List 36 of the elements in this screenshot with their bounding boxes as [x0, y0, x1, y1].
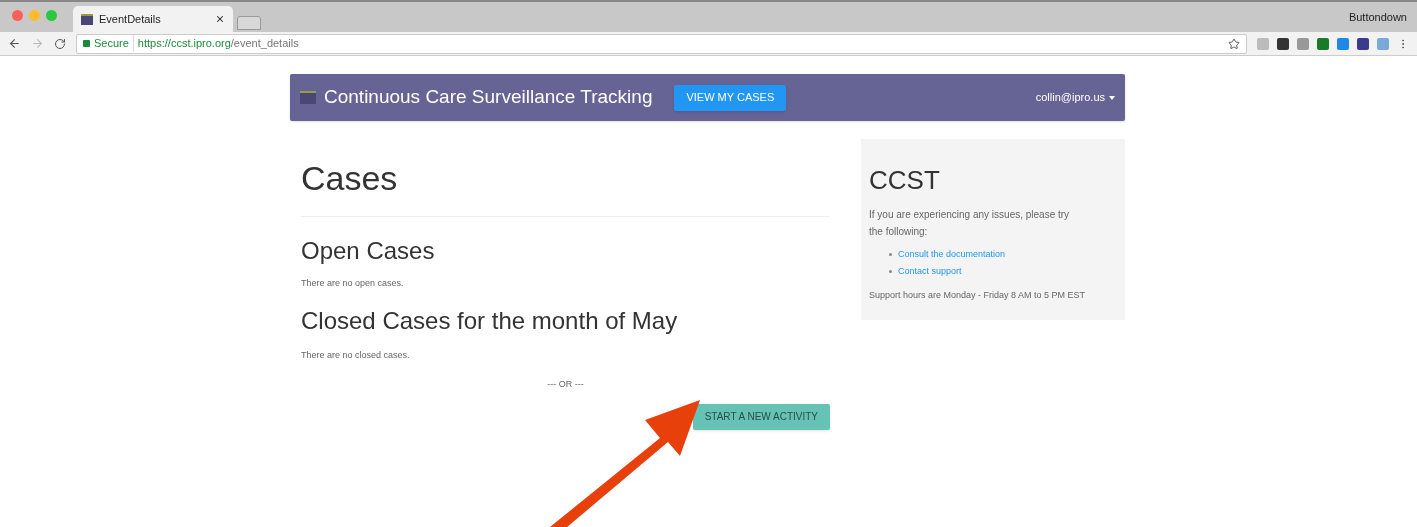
reload-icon[interactable]: [54, 37, 66, 50]
address-bar[interactable]: Secure https://ccst.ipro.org/event_details: [76, 33, 1247, 54]
separator-text: --- OR ---: [547, 378, 584, 391]
help-text: If you are experiencing any issues, please try the following:: [869, 208, 1071, 239]
site-logo-icon: [300, 91, 316, 104]
forward-icon[interactable]: [31, 37, 44, 50]
panel-heading: CCST: [869, 164, 941, 197]
extension-icon[interactable]: [1277, 37, 1289, 50]
secure-label: Secure: [94, 35, 134, 52]
site-logo-icon: [81, 13, 93, 25]
profile-name[interactable]: Buttondown: [1348, 8, 1407, 26]
page-heading: Cases: [301, 153, 830, 217]
lock-icon: [83, 40, 90, 47]
app-title[interactable]: Continuous Care Surveillance Tracking: [324, 83, 653, 112]
back-icon[interactable]: [8, 37, 21, 50]
new-tab-button[interactable]: [237, 16, 261, 30]
section-heading: Closed Cases for the month of May: [301, 305, 679, 336]
view-cases-button[interactable]: VIEW MY CASES: [674, 84, 787, 111]
caret-icon: [1109, 95, 1115, 100]
bullet-icon: [889, 270, 892, 273]
extension-icon[interactable]: [1357, 37, 1369, 50]
browser-tab[interactable]: EventDetails: [73, 6, 233, 32]
extension-icon[interactable]: [1317, 37, 1329, 50]
support-hours: Support hours are Monday - Friday 8 AM to 5 PM EST: [869, 289, 1087, 302]
start-activity-button[interactable]: START A NEW ACTIVITY: [692, 403, 830, 430]
section-heading: Open Cases: [301, 236, 436, 266]
help-link[interactable]: Consult the documentation: [898, 246, 1006, 263]
empty-message: There are no open cases.: [301, 277, 405, 290]
close-window-icon[interactable]: [12, 9, 23, 21]
url-text: https://ccst.ipro.org/event_details: [137, 36, 299, 52]
bullet-icon: [889, 253, 892, 256]
help-link[interactable]: Contact support: [898, 263, 962, 280]
empty-message: There are no closed cases.: [301, 348, 411, 362]
user-menu[interactable]: collin@ipro.us: [1035, 89, 1115, 106]
bookmark-star-icon[interactable]: [1228, 37, 1240, 50]
close-tab-icon[interactable]: [215, 14, 225, 24]
